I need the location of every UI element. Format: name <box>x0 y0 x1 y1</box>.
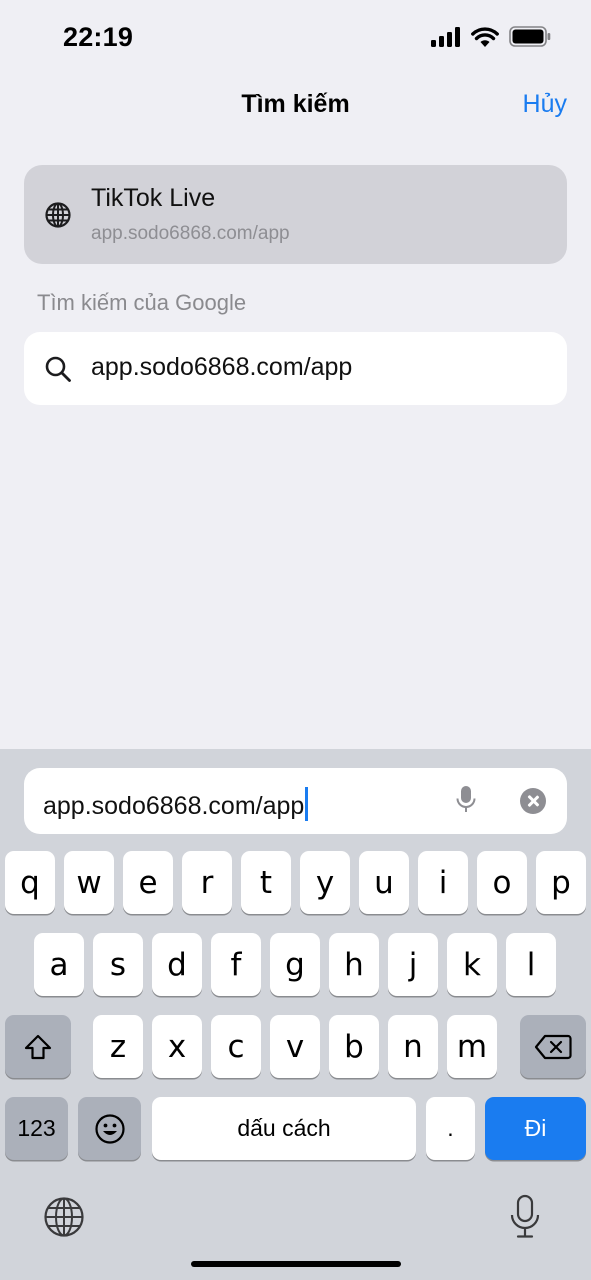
shift-key[interactable] <box>5 1015 71 1078</box>
dictation-microphone-icon[interactable] <box>508 1193 542 1241</box>
key-r[interactable]: r <box>182 851 232 914</box>
wifi-icon <box>471 27 499 47</box>
keyboard: app.sodo6868.com/app q w e r t y u i o p… <box>0 749 591 1280</box>
microphone-icon[interactable] <box>454 784 478 816</box>
numbers-key[interactable]: 123 <box>5 1097 68 1160</box>
key-g[interactable]: g <box>270 933 320 996</box>
key-w[interactable]: w <box>64 851 114 914</box>
navigation-bar: Tìm kiếm Hủy <box>0 80 591 130</box>
home-indicator <box>191 1261 401 1267</box>
go-key[interactable]: Đi <box>485 1097 586 1160</box>
emoji-key[interactable] <box>78 1097 141 1160</box>
key-x[interactable]: x <box>152 1015 202 1078</box>
suggested-site-url: app.sodo6868.com/app <box>91 223 290 244</box>
key-e[interactable]: e <box>123 851 173 914</box>
key-i[interactable]: i <box>418 851 468 914</box>
address-bar[interactable]: app.sodo6868.com/app <box>24 768 567 834</box>
key-a[interactable]: a <box>34 933 84 996</box>
key-d[interactable]: d <box>152 933 202 996</box>
suggested-site-title: TikTok Live <box>91 184 216 212</box>
key-h[interactable]: h <box>329 933 379 996</box>
key-y[interactable]: y <box>300 851 350 914</box>
key-s[interactable]: s <box>93 933 143 996</box>
key-c[interactable]: c <box>211 1015 261 1078</box>
key-q[interactable]: q <box>5 851 55 914</box>
delete-key[interactable] <box>520 1015 586 1078</box>
key-b[interactable]: b <box>329 1015 379 1078</box>
address-input[interactable]: app.sodo6868.com/app <box>43 787 309 821</box>
status-time: 22:19 <box>63 22 134 52</box>
google-search-query: app.sodo6868.com/app <box>91 353 353 381</box>
cancel-button[interactable]: Hủy <box>523 90 567 119</box>
globe-icon <box>45 202 71 228</box>
status-bar: 22:19 <box>0 0 591 80</box>
key-m[interactable]: m <box>447 1015 497 1078</box>
space-key[interactable]: dấu cách <box>152 1097 416 1160</box>
page-title: Tìm kiếm <box>241 90 350 118</box>
suggested-site-item[interactable]: TikTok Live app.sodo6868.com/app <box>24 165 567 264</box>
search-icon <box>45 356 71 382</box>
period-key[interactable]: . <box>426 1097 475 1160</box>
emoji-icon <box>94 1113 125 1144</box>
key-t[interactable]: t <box>241 851 291 914</box>
battery-icon <box>509 26 551 47</box>
address-input-value: app.sodo6868.com/app <box>43 792 305 820</box>
status-icons <box>431 26 551 47</box>
key-f[interactable]: f <box>211 933 261 996</box>
key-n[interactable]: n <box>388 1015 438 1078</box>
backspace-icon <box>534 1034 572 1059</box>
key-v[interactable]: v <box>270 1015 320 1078</box>
key-o[interactable]: o <box>477 851 527 914</box>
google-search-suggestion[interactable]: app.sodo6868.com/app <box>24 332 567 405</box>
shift-icon <box>24 1034 52 1059</box>
clear-icon[interactable] <box>520 788 546 814</box>
key-l[interactable]: l <box>506 933 556 996</box>
key-j[interactable]: j <box>388 933 438 996</box>
key-p[interactable]: p <box>536 851 586 914</box>
key-z[interactable]: z <box>93 1015 143 1078</box>
key-u[interactable]: u <box>359 851 409 914</box>
key-k[interactable]: k <box>447 933 497 996</box>
google-search-section-header: Tìm kiếm của Google <box>37 290 247 315</box>
globe-icon[interactable] <box>43 1196 85 1238</box>
text-caret <box>305 787 309 821</box>
cellular-signal-icon <box>431 26 460 47</box>
